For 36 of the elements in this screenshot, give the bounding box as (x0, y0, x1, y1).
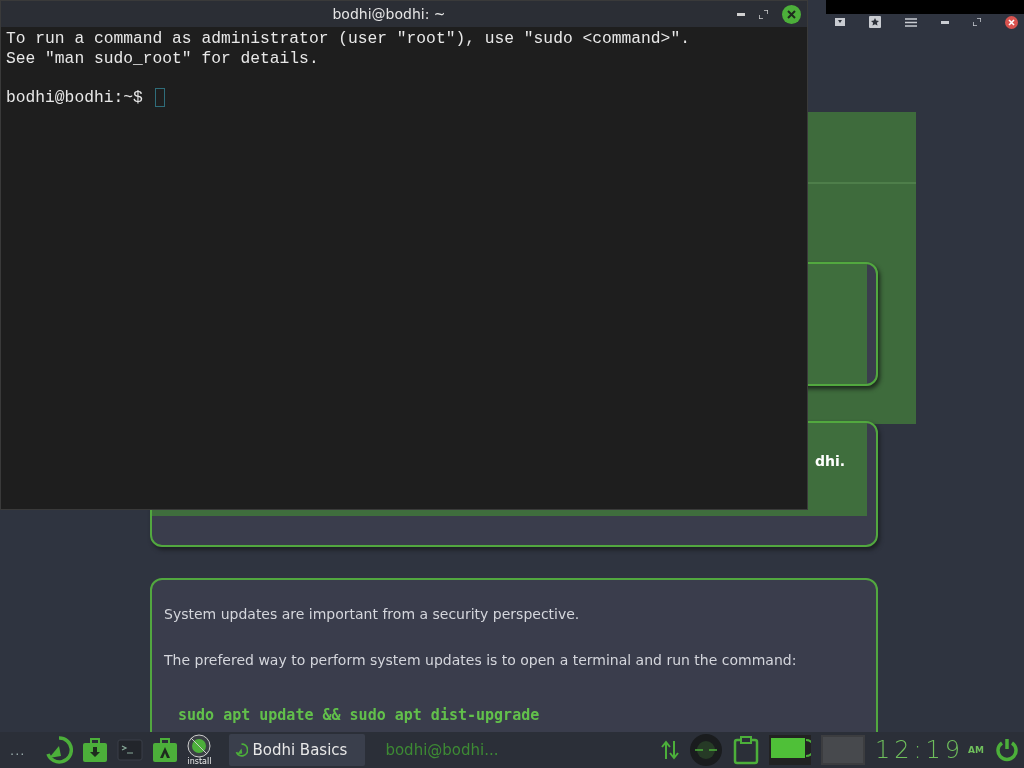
close-icon[interactable] (1005, 15, 1018, 29)
clock-period: AM (968, 745, 984, 755)
terminal-icon[interactable] (117, 739, 144, 761)
disc-icon[interactable] (688, 733, 723, 767)
download-icon[interactable] (835, 18, 845, 26)
command-text: sudo apt update && sudo apt dist-upgrade (178, 706, 541, 724)
terminal-line: See "man sudo_root" for details. (6, 48, 320, 68)
battery-icon (768, 735, 811, 765)
minimize-icon[interactable] (941, 20, 949, 24)
menu-icon[interactable] (905, 17, 917, 27)
taskbar-task[interactable]: Bodhi Basics (229, 734, 366, 766)
shell-prompt: bodhi@bodhi:~$ (6, 87, 144, 107)
text-cursor (154, 87, 165, 107)
card-text: dhi. (814, 453, 845, 469)
install-disc-icon[interactable] (187, 734, 212, 758)
paragraph: The prefered way to perform system updates is to open a terminal and run the command: (164, 652, 798, 668)
network-arrows-icon[interactable] (660, 739, 679, 761)
minimize-icon[interactable] (737, 12, 745, 16)
paragraph: System updates are important from a security perspective. (164, 606, 581, 622)
bookmark-star-icon[interactable] (869, 16, 881, 28)
maximize-icon[interactable] (973, 18, 981, 26)
maximize-icon[interactable] (759, 9, 768, 19)
leaf-logo-icon[interactable] (45, 736, 74, 764)
clipboard-icon[interactable] (732, 735, 759, 765)
close-icon[interactable] (782, 4, 801, 24)
terminal-line: To run a command as administrator (user "root"), use "sudo <command>". (6, 29, 691, 49)
leaf-logo-icon (235, 741, 249, 759)
package-download-icon[interactable] (82, 738, 109, 762)
app-store-icon[interactable] (152, 738, 179, 762)
window-title: bodhi@bodhi: ~ (331, 6, 447, 22)
grid-panel-icon (820, 735, 865, 765)
menu-dots[interactable]: ... (0, 742, 38, 758)
icon-label: install (187, 758, 212, 766)
clock-time: 12:19 (874, 736, 965, 764)
power-icon[interactable] (994, 737, 1020, 763)
taskbar-task[interactable]: bodhi@bodhi... (379, 734, 517, 766)
